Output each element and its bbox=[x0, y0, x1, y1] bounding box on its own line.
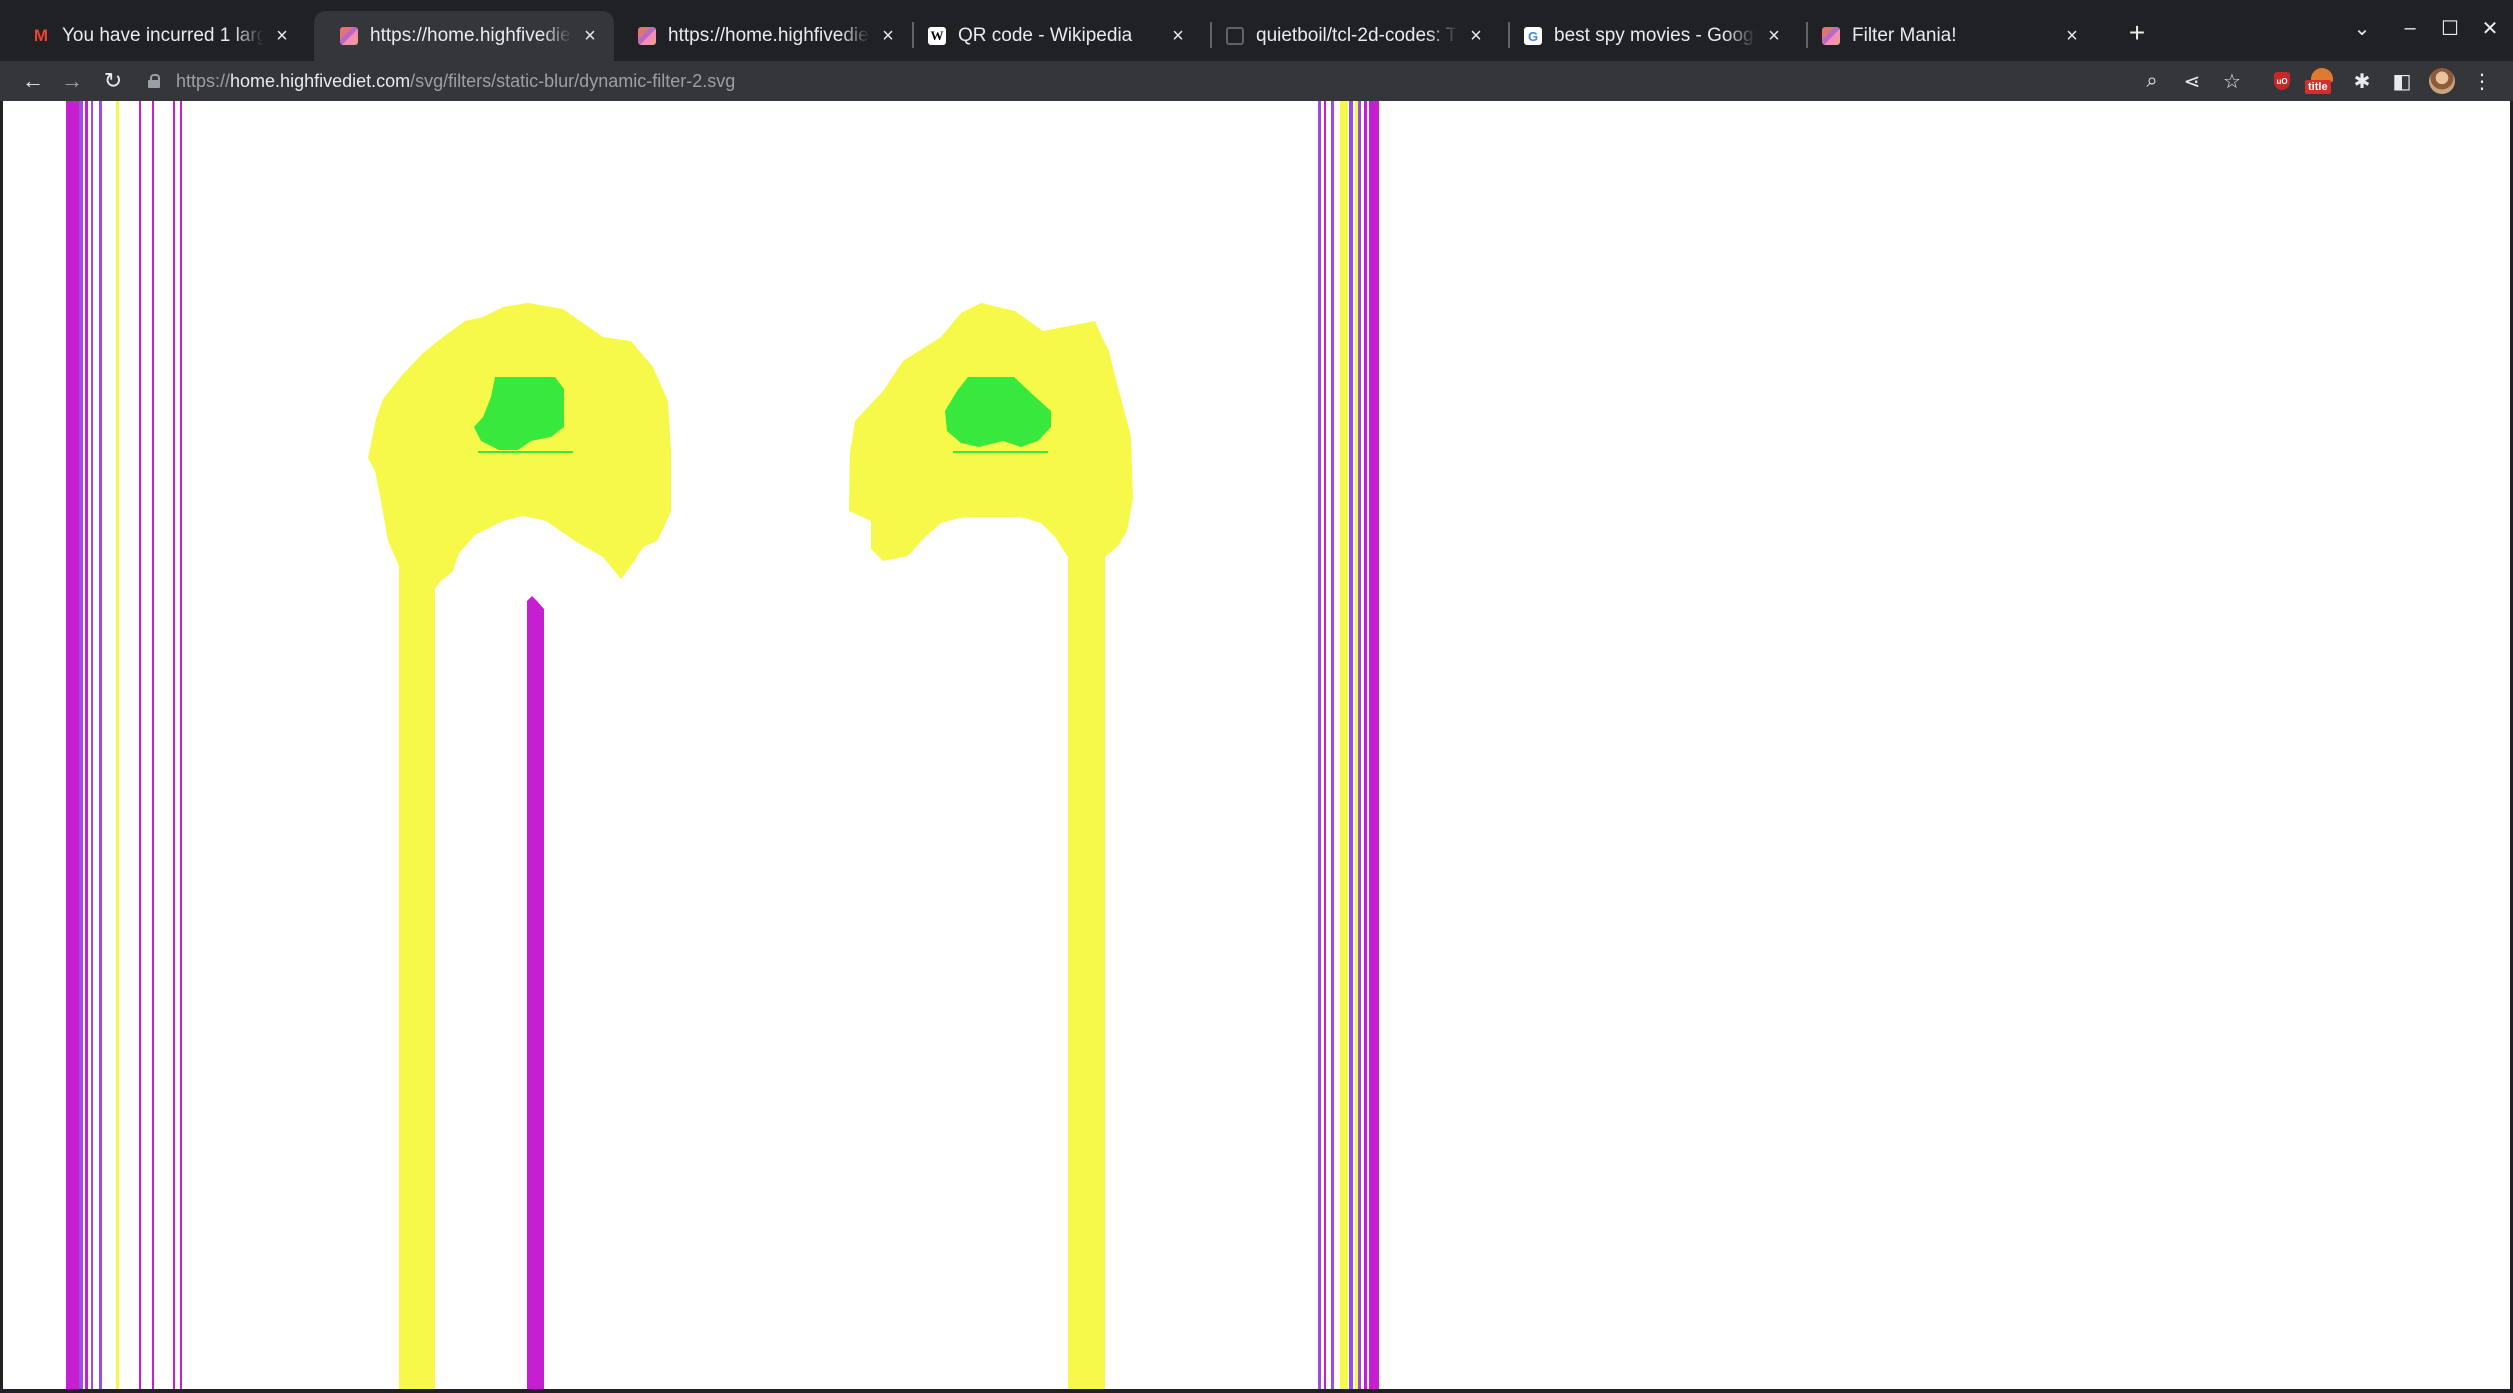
extensions-puzzle-icon[interactable]: ✱ bbox=[2346, 65, 2378, 97]
stripe bbox=[91, 101, 93, 1389]
tab-github[interactable]: quietboil/tcl-2d-codes: TC × bbox=[1200, 11, 1500, 61]
tab-highfivediet[interactable]: https://home.highfivediet × bbox=[612, 11, 912, 61]
stripe bbox=[1324, 101, 1326, 1389]
ublock-badge: uO bbox=[2274, 72, 2290, 90]
lock-icon bbox=[148, 74, 160, 88]
minimize-icon[interactable]: – bbox=[2392, 10, 2428, 46]
zoom-icon[interactable]: ⌕ bbox=[2136, 65, 2168, 97]
svg-filter-artwork bbox=[66, 101, 1379, 1389]
forward-icon[interactable]: → bbox=[55, 64, 89, 98]
stripe bbox=[1355, 101, 1358, 1389]
close-icon[interactable]: × bbox=[878, 25, 898, 47]
stripe bbox=[66, 101, 79, 1389]
stripe bbox=[1318, 101, 1321, 1389]
tab-title: best spy movies - Google bbox=[1554, 25, 1756, 46]
new-tab-button[interactable]: + bbox=[2120, 16, 2154, 50]
share-icon[interactable]: ⋖ bbox=[2176, 65, 2208, 97]
stripe bbox=[99, 101, 102, 1389]
avatar bbox=[2429, 68, 2455, 94]
stripe bbox=[85, 101, 88, 1389]
stripe bbox=[1358, 101, 1361, 1389]
bookmark-star-icon[interactable]: ☆ bbox=[2216, 65, 2248, 97]
left-stripe-cluster bbox=[66, 101, 182, 1389]
back-icon[interactable]: ← bbox=[16, 64, 50, 98]
close-icon[interactable]: × bbox=[272, 25, 292, 47]
title-extension-badge: title bbox=[2305, 66, 2337, 96]
stripe bbox=[180, 101, 182, 1389]
stripe bbox=[139, 101, 141, 1389]
wikipedia-icon: W bbox=[928, 27, 946, 45]
close-icon[interactable]: × bbox=[2062, 25, 2082, 47]
stripe bbox=[152, 101, 154, 1389]
gmail-icon: M bbox=[33, 26, 49, 45]
close-icon[interactable]: × bbox=[1168, 25, 1188, 47]
tab-title: https://home.highfivediet bbox=[668, 25, 870, 46]
tab-title: Filter Mania! bbox=[1852, 25, 1957, 46]
tab-title: You have incurred 1 large bbox=[62, 25, 264, 46]
magenta-stick bbox=[527, 596, 544, 1389]
tab-filter-mania[interactable]: Filter Mania! × bbox=[1796, 11, 2096, 61]
tab-gmail[interactable]: M You have incurred 1 large × bbox=[6, 11, 306, 61]
tab-title: quietboil/tcl-2d-codes: TC bbox=[1256, 25, 1458, 46]
green-underline-left bbox=[478, 451, 573, 453]
highfivediet-icon bbox=[1822, 27, 1840, 45]
stripe bbox=[116, 101, 119, 1389]
stripe bbox=[1349, 101, 1353, 1389]
yellow-blob-left bbox=[368, 303, 671, 1389]
close-icon[interactable]: × bbox=[580, 25, 600, 47]
url-scheme: https:// bbox=[176, 70, 231, 91]
left-blob-figure bbox=[368, 303, 671, 1389]
browser-window: M You have incurred 1 large × https://ho… bbox=[0, 0, 2513, 1393]
url-path: /svg/filters/static-blur/dynamic-filter-… bbox=[410, 70, 736, 91]
middle-stripe-cluster bbox=[1318, 101, 1379, 1389]
stripe bbox=[1340, 101, 1348, 1389]
stripe bbox=[1331, 101, 1334, 1389]
highfivediet-icon bbox=[638, 27, 656, 45]
stripe bbox=[1364, 101, 1367, 1389]
stripe bbox=[173, 101, 175, 1389]
stripe bbox=[1369, 101, 1379, 1389]
url-host: home.highfivediet.com bbox=[230, 70, 411, 91]
ublock-origin-icon[interactable]: uO bbox=[2266, 65, 2298, 97]
right-blob-figure bbox=[849, 303, 1133, 1389]
google-icon: G bbox=[1524, 27, 1542, 45]
tab-google[interactable]: G best spy movies - Google × bbox=[1498, 11, 1798, 61]
reload-icon[interactable]: ↻ bbox=[96, 64, 130, 98]
tab-title: https://home.highfivediet bbox=[370, 25, 572, 46]
menu-kebab-icon[interactable]: ⋮ bbox=[2466, 65, 2498, 97]
title-extension-icon[interactable]: title bbox=[2305, 65, 2338, 97]
toolbar: ← → ↻ https:// home.highfivediet.com /sv… bbox=[0, 61, 2513, 101]
highfivediet-icon bbox=[340, 27, 358, 45]
close-icon[interactable]: × bbox=[1764, 25, 1784, 47]
tab-highfivediet-active[interactable]: https://home.highfivediet × bbox=[314, 11, 614, 61]
tab-search-icon[interactable]: ⌄ bbox=[2344, 10, 2380, 46]
maximize-icon[interactable]: ☐ bbox=[2432, 10, 2468, 46]
tab-title: QR code - Wikipedia bbox=[958, 25, 1133, 46]
green-underline-right bbox=[953, 451, 1048, 453]
profile-avatar[interactable] bbox=[2426, 65, 2458, 97]
window-close-icon[interactable]: ✕ bbox=[2472, 10, 2508, 46]
close-icon[interactable]: × bbox=[1466, 25, 1486, 47]
side-panel-icon[interactable]: ◧ bbox=[2386, 65, 2418, 97]
page-viewport bbox=[3, 101, 2510, 1389]
yellow-blob-right bbox=[849, 303, 1133, 1389]
stripe bbox=[79, 101, 83, 1389]
tab-wikipedia[interactable]: W QR code - Wikipedia × bbox=[902, 11, 1202, 61]
address-bar[interactable]: https:// home.highfivediet.com /svg/filt… bbox=[148, 61, 2208, 101]
tab-strip: M You have incurred 1 large × https://ho… bbox=[0, 0, 2513, 61]
title-extension-label: title bbox=[2305, 80, 2331, 94]
github-icon bbox=[1226, 27, 1244, 45]
